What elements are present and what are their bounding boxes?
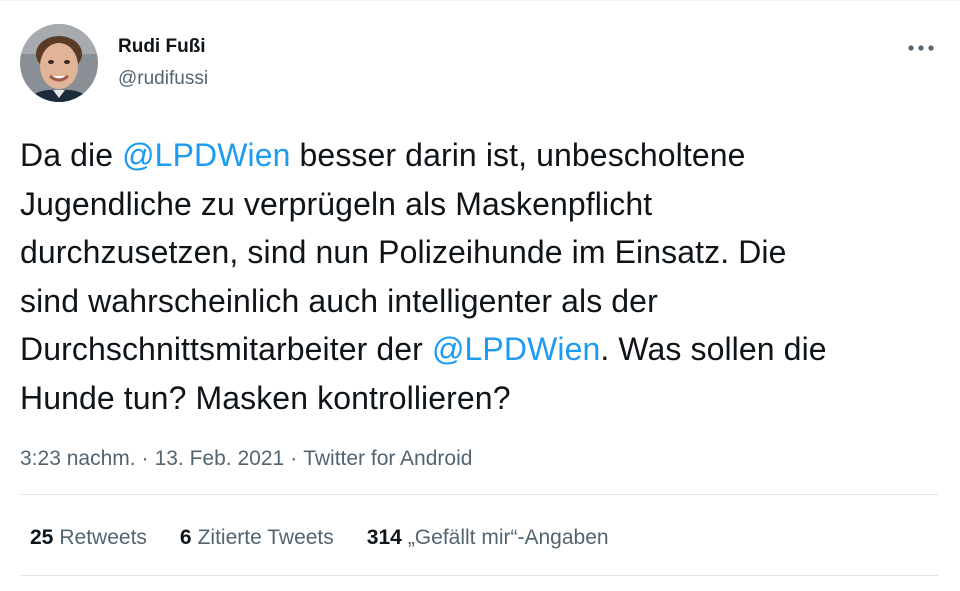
tweet-text-segment: Jugendliche zu verprügeln als Maskenpfli… — [20, 185, 653, 222]
more-options-button[interactable] — [902, 34, 940, 62]
tweet-line: Da die @LPDWien besser darin ist, unbesc… — [20, 131, 950, 180]
tweet-text-segment: . Was sollen die — [600, 331, 827, 367]
stats-divider-bottom — [20, 575, 938, 576]
avatar-photo — [20, 24, 98, 102]
tweet-line: durchzusetzen, sind nun Polizeihunde im … — [20, 228, 950, 277]
tweet-text-segment: sind wahrscheinlich auch intelligenter a… — [20, 282, 658, 319]
stat-label: Zitierte Tweets — [197, 526, 334, 549]
tweet-stats: 25 Retweets 6 Zitierte Tweets 314 „Gefäl… — [30, 525, 642, 551]
tweet-time[interactable]: 3:23 nachm. — [20, 447, 136, 470]
tweet-text-segment: Durchschnittsmitarbeiter der — [20, 331, 432, 367]
top-divider — [0, 0, 960, 1]
tweet-text-segment: besser darin ist, unbescholtene — [290, 137, 746, 173]
author-name[interactable]: Rudi Fußi — [118, 35, 206, 59]
tweet-text-segment: Hunde tun? Masken kontrollieren? — [20, 379, 511, 416]
tweet-card: Rudi Fußi @rudifussi Da die @LPDWien bes… — [0, 0, 960, 591]
more-horizontal-icon — [908, 45, 934, 51]
tweet-line: sind wahrscheinlich auch intelligenter a… — [20, 277, 950, 326]
stat-label: „Gefällt mir“-Angaben — [407, 526, 609, 549]
tweet-text-segment: Da die — [20, 137, 123, 173]
tweet-line: Durchschnittsmitarbeiter der @LPDWien. W… — [20, 325, 950, 374]
stat-count: 6 — [179, 526, 192, 549]
mention-link[interactable]: @LPDWien — [122, 137, 290, 173]
stat-count: 25 — [30, 526, 54, 549]
tweet-text-segment: durchzusetzen, sind nun Polizeihunde im … — [20, 234, 787, 270]
meta-separator: · — [290, 447, 298, 470]
stats-divider-top — [20, 494, 938, 495]
tweet-line: Jugendliche zu verprügeln als Maskenpfli… — [20, 180, 950, 229]
tweet-line: Hunde tun? Masken kontrollieren? — [20, 374, 950, 423]
stat-label: Retweets — [59, 526, 147, 549]
stat-quote-tweets[interactable]: 6 Zitierte Tweets — [180, 525, 334, 551]
stat-count: 314 — [366, 526, 402, 549]
tweet-meta: 3:23 nachm. · 13. Feb. 2021 · Twitter for An… — [20, 446, 472, 472]
tweet-date[interactable]: 13. Feb. 2021 — [155, 447, 285, 470]
author-handle[interactable]: @rudifussi — [118, 67, 208, 91]
stat-likes[interactable]: 314 „Gefällt mir“-Angaben — [367, 525, 609, 551]
stat-retweets[interactable]: 25 Retweets — [30, 525, 147, 551]
tweet-source[interactable]: Twitter for Android — [303, 447, 472, 470]
avatar[interactable] — [20, 24, 98, 102]
tweet-text: Da die @LPDWien besser darin ist, unbesc… — [20, 131, 950, 422]
meta-separator: · — [141, 447, 149, 470]
mention-link[interactable]: @LPDWien — [432, 331, 600, 367]
